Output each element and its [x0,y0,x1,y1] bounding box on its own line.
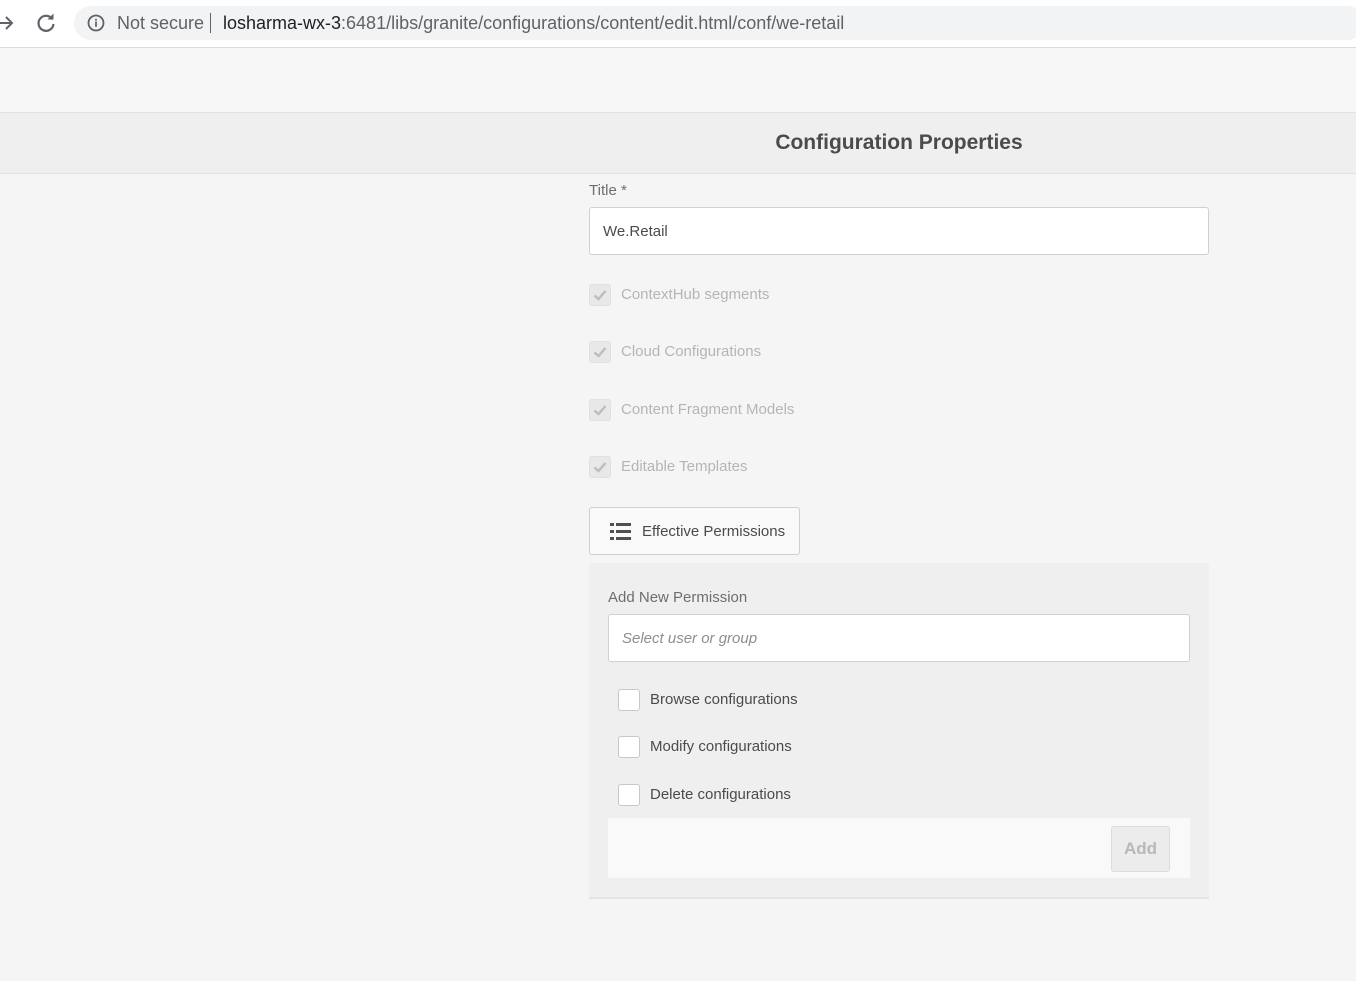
permission-label: Delete configurations [650,786,791,803]
browser-toolbar: Not secure losharma-wx-3:6481/libs/grani… [0,0,1356,48]
feature-label: Content Fragment Models [621,401,795,418]
title-input[interactable] [589,207,1209,255]
app-header [0,48,1356,113]
add-permission-panel: Add New Permission Select user or group … [589,563,1209,899]
user-group-placeholder: Select user or group [622,630,758,647]
delete-checkbox[interactable] [618,784,640,806]
checkbox [589,284,611,306]
checkbox [589,341,611,363]
checkmark-icon [593,462,607,473]
feature-label: ContextHub segments [621,286,770,303]
checkbox [589,456,611,478]
url-separator [210,13,211,33]
info-icon[interactable] [87,14,105,32]
reload-icon[interactable] [34,11,58,35]
effective-permissions-button[interactable]: Effective Permissions [589,507,800,555]
modify-checkbox[interactable] [618,736,640,758]
user-group-input[interactable]: Select user or group [608,614,1190,662]
url-host: losharma-wx-3 [223,13,342,33]
permission-label: Browse configurations [650,691,798,708]
browse-checkbox[interactable] [618,689,640,711]
list-icon [610,523,631,540]
permission-actions-bar: Add [608,818,1190,878]
title-bar: Configuration Properties [0,113,1356,174]
effective-permissions-label: Effective Permissions [642,523,786,540]
url-text[interactable]: losharma-wx-3:6481/libs/granite/configur… [223,13,844,34]
checkmark-icon [593,405,607,416]
forward-arrow-icon[interactable] [0,12,16,34]
title-label: Title * [589,182,627,199]
page-title: Configuration Properties [775,131,1023,154]
checkmark-icon [593,347,607,358]
add-button[interactable]: Add [1111,826,1170,872]
feature-label: Editable Templates [621,458,748,475]
security-status[interactable]: Not secure [117,13,204,34]
address-bar[interactable]: Not secure losharma-wx-3:6481/libs/grani… [74,6,1356,40]
checkbox [589,399,611,421]
url-path: :6481/libs/granite/configurations/conten… [341,13,845,33]
add-permission-label: Add New Permission [608,589,748,606]
feature-label: Cloud Configurations [621,343,762,360]
checkmark-icon [593,290,607,301]
permission-label: Modify configurations [650,738,792,755]
